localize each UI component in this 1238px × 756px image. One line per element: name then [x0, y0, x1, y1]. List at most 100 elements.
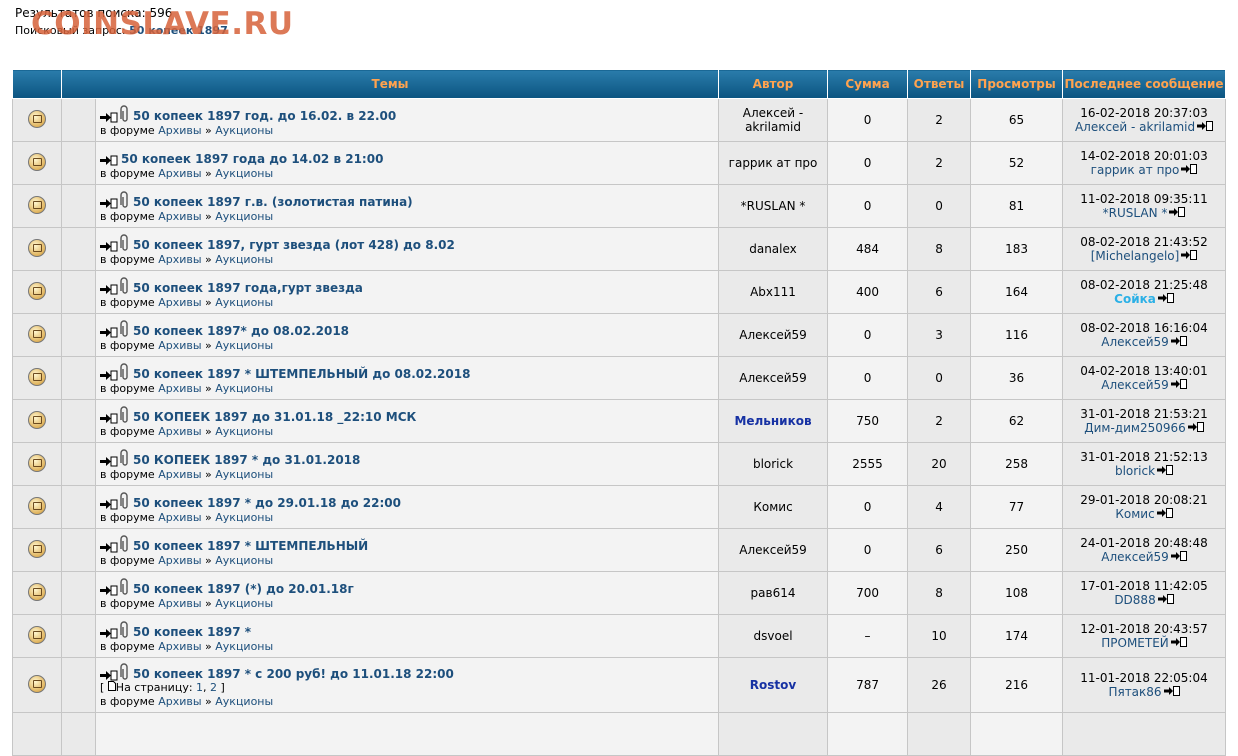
- goto-last-post-icon[interactable]: [1181, 163, 1198, 177]
- subforum-link[interactable]: Аукционы: [215, 339, 273, 352]
- page-link[interactable]: 2: [210, 681, 217, 694]
- subforum-link[interactable]: Аукционы: [215, 210, 273, 223]
- header-last-post[interactable]: Последнее сообщение: [1062, 69, 1227, 99]
- author-link[interactable]: Алексей59: [739, 371, 807, 385]
- topic-title-link[interactable]: 50 копеек 1897 г.в. (золотистая патина): [133, 195, 413, 209]
- newest-post-icon[interactable]: [100, 284, 118, 295]
- subforum-link[interactable]: Аукционы: [215, 382, 273, 395]
- last-post-author-link[interactable]: Дим-дим250966: [1084, 421, 1186, 435]
- goto-last-post-icon[interactable]: [1157, 593, 1174, 607]
- header-topics[interactable]: Темы: [60, 69, 720, 99]
- goto-last-post-icon[interactable]: [1156, 507, 1173, 521]
- goto-last-post-icon[interactable]: [1170, 550, 1187, 564]
- last-post-author-link[interactable]: ПРОМЕТЕЙ: [1101, 636, 1169, 650]
- newest-post-icon[interactable]: [100, 499, 118, 510]
- page-link[interactable]: 1: [196, 681, 203, 694]
- topic-title-link[interactable]: 50 копеек 1897 * ШТЕМПЕЛЬНЫЙ до 08.02.20…: [133, 367, 470, 381]
- last-post-author-link[interactable]: Алексей59: [1101, 335, 1169, 349]
- header-views[interactable]: Просмотры: [970, 69, 1064, 99]
- subforum-link[interactable]: Аукционы: [215, 167, 273, 180]
- newest-post-icon[interactable]: [100, 628, 118, 639]
- forum-link[interactable]: Архивы: [158, 124, 201, 137]
- topic-title-link[interactable]: 50 копеек 1897* до 08.02.2018: [133, 324, 349, 338]
- newest-post-icon[interactable]: [100, 370, 118, 381]
- author-link[interactable]: Abx111: [750, 285, 796, 299]
- subforum-link[interactable]: Аукционы: [215, 425, 273, 438]
- author-link[interactable]: Алексей59: [739, 543, 807, 557]
- forum-link[interactable]: Архивы: [158, 468, 201, 481]
- newest-post-icon[interactable]: [100, 585, 118, 596]
- header-sum[interactable]: Сумма: [827, 69, 909, 99]
- last-post-author-link[interactable]: [Michelangelo]: [1091, 249, 1180, 263]
- forum-link[interactable]: Архивы: [158, 167, 201, 180]
- topic-title-link[interactable]: 50 копеек 1897 год. до 16.02. в 22.00: [133, 109, 396, 123]
- author-link[interactable]: dsvoel: [754, 629, 793, 643]
- forum-link[interactable]: Архивы: [158, 382, 201, 395]
- last-post-author-link[interactable]: Пятак86: [1108, 685, 1161, 699]
- subforum-link[interactable]: Аукционы: [215, 511, 273, 524]
- author-link[interactable]: Мельников: [734, 414, 811, 428]
- subforum-link[interactable]: Аукционы: [215, 468, 273, 481]
- topic-title-link[interactable]: 50 копеек 1897 * с 200 руб! до 11.01.18 …: [133, 667, 454, 681]
- forum-link[interactable]: Архивы: [158, 597, 201, 610]
- newest-post-icon[interactable]: [100, 112, 118, 123]
- author-link[interactable]: Алексей - akrilamid: [743, 106, 803, 134]
- last-post-author-link[interactable]: *RUSLAN *: [1103, 206, 1168, 220]
- author-link[interactable]: danalex: [749, 242, 797, 256]
- newest-post-icon[interactable]: [100, 670, 118, 681]
- forum-link[interactable]: Архивы: [158, 640, 201, 653]
- subforum-link[interactable]: Аукционы: [215, 695, 273, 708]
- topic-title-link[interactable]: 50 копеек 1897 * ШТЕМПЕЛЬНЫЙ: [133, 539, 368, 553]
- goto-last-post-icon[interactable]: [1163, 685, 1180, 699]
- newest-post-icon[interactable]: [100, 241, 118, 252]
- goto-last-post-icon[interactable]: [1187, 421, 1204, 435]
- subforum-link[interactable]: Аукционы: [215, 296, 273, 309]
- topic-title-link[interactable]: 50 КОПЕЕК 1897 до 31.01.18 _22:10 МСК: [133, 410, 416, 424]
- last-post-author-link[interactable]: гаррик ат про: [1091, 163, 1180, 177]
- newest-post-icon[interactable]: [100, 198, 118, 209]
- last-post-author-link[interactable]: Алексей - akrilamid: [1075, 120, 1195, 134]
- goto-last-post-icon[interactable]: [1170, 636, 1187, 650]
- newest-post-icon[interactable]: [100, 456, 118, 467]
- goto-last-post-icon[interactable]: [1170, 378, 1187, 392]
- last-post-author-link[interactable]: Сойка: [1114, 292, 1156, 306]
- header-replies[interactable]: Ответы: [907, 69, 972, 99]
- last-post-author-link[interactable]: Комис: [1115, 507, 1154, 521]
- topic-title-link[interactable]: 50 копеек 1897 *: [133, 625, 251, 639]
- forum-link[interactable]: Архивы: [158, 425, 201, 438]
- newest-post-icon[interactable]: [100, 542, 118, 553]
- subforum-link[interactable]: Аукционы: [215, 640, 273, 653]
- goto-last-post-icon[interactable]: [1157, 292, 1174, 306]
- forum-link[interactable]: Архивы: [158, 511, 201, 524]
- forum-link[interactable]: Архивы: [158, 253, 201, 266]
- goto-last-post-icon[interactable]: [1170, 335, 1187, 349]
- goto-last-post-icon[interactable]: [1169, 206, 1186, 220]
- newest-post-icon[interactable]: [100, 327, 118, 338]
- author-link[interactable]: рав614: [751, 586, 796, 600]
- header-author[interactable]: Автор: [718, 69, 829, 99]
- author-link[interactable]: Комис: [753, 500, 792, 514]
- forum-link[interactable]: Архивы: [158, 296, 201, 309]
- topic-title-link[interactable]: 50 копеек 1897 года,гурт звезда: [133, 281, 363, 295]
- author-link[interactable]: blorick: [753, 457, 793, 471]
- author-link[interactable]: Rostov: [750, 678, 796, 692]
- author-link[interactable]: Алексей59: [739, 328, 807, 342]
- author-link[interactable]: гаррик ат про: [729, 156, 818, 170]
- subforum-link[interactable]: Аукционы: [215, 124, 273, 137]
- last-post-author-link[interactable]: blorick: [1115, 464, 1155, 478]
- author-link[interactable]: *RUSLAN *: [741, 199, 806, 213]
- forum-link[interactable]: Архивы: [158, 554, 201, 567]
- subforum-link[interactable]: Аукционы: [215, 253, 273, 266]
- topic-title-link[interactable]: 50 копеек 1897 (*) до 20.01.18г: [133, 582, 354, 596]
- goto-last-post-icon[interactable]: [1181, 249, 1198, 263]
- last-post-author-link[interactable]: DD888: [1114, 593, 1155, 607]
- subforum-link[interactable]: Аукционы: [215, 597, 273, 610]
- goto-last-post-icon[interactable]: [1157, 464, 1174, 478]
- subforum-link[interactable]: Аукционы: [215, 554, 273, 567]
- topic-title-link[interactable]: 50 копеек 1897 * до 29.01.18 до 22:00: [133, 496, 401, 510]
- newest-post-icon[interactable]: [100, 413, 118, 424]
- last-post-author-link[interactable]: Алексей59: [1101, 378, 1169, 392]
- topic-title-link[interactable]: 50 копеек 1897 года до 14.02 в 21:00: [121, 152, 383, 166]
- topic-title-link[interactable]: 50 КОПЕЕК 1897 * до 31.01.2018: [133, 453, 360, 467]
- topic-title-link[interactable]: 50 копеек 1897, гурт звезда (лот 428) до…: [133, 238, 455, 252]
